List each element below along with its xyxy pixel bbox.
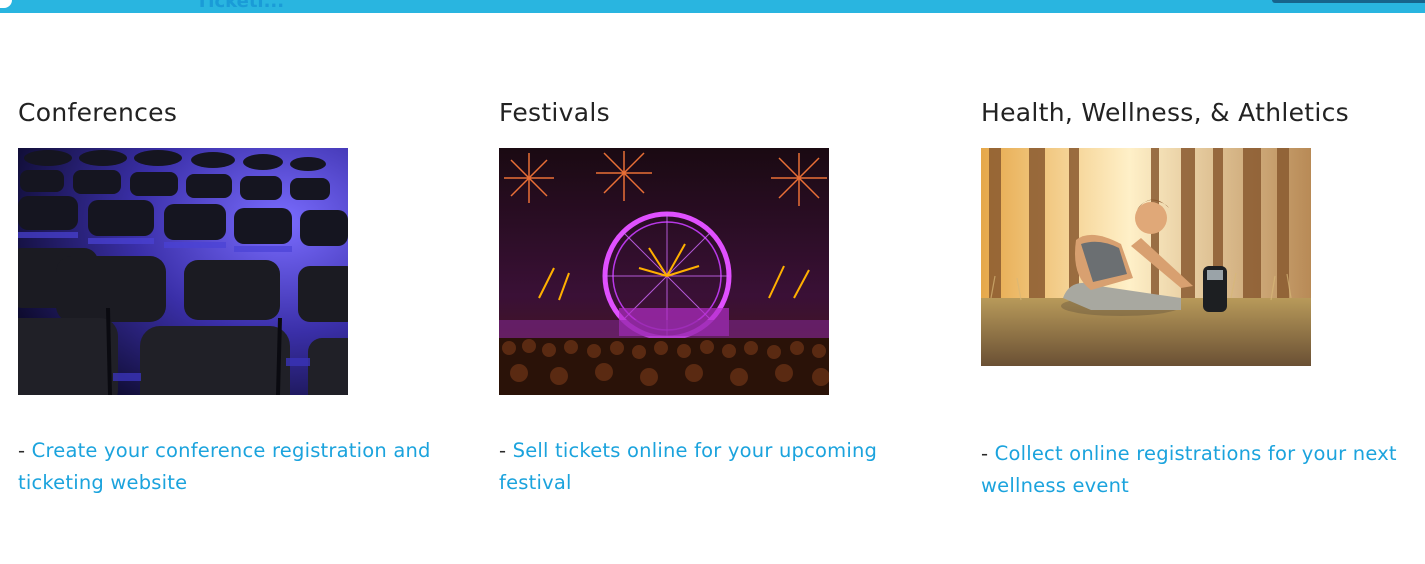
festival-fireworks-ferris-wheel-photo <box>499 148 829 395</box>
nav-link-ticketing[interactable]: Ticketi... <box>196 0 284 12</box>
sell-festival-tickets-link[interactable]: Sell tickets online for your upcoming fe… <box>499 439 877 494</box>
category-description: - Sell tickets online for your upcoming … <box>499 435 929 499</box>
woman-stretching-in-forest-photo <box>981 148 1311 366</box>
category-title: Conferences <box>18 98 178 127</box>
collect-wellness-registrations-link[interactable]: Collect online registrations for your ne… <box>981 442 1397 497</box>
header-button-edge[interactable] <box>1272 0 1425 3</box>
category-title: Festivals <box>499 98 610 127</box>
dash: - <box>18 439 32 462</box>
category-description: - Create your conference registration an… <box>18 435 448 499</box>
create-conference-website-link[interactable]: Create your conference registration and … <box>18 439 431 494</box>
dash: - <box>981 442 995 465</box>
category-description: - Collect online registrations for your … <box>981 438 1411 502</box>
dash: - <box>499 439 513 462</box>
category-title: Health, Wellness, & Athletics <box>981 98 1349 127</box>
conference-chairs-photo <box>18 148 348 395</box>
logo-corner <box>0 0 12 8</box>
top-navigation-bar: Ticketi... <box>0 0 1425 13</box>
